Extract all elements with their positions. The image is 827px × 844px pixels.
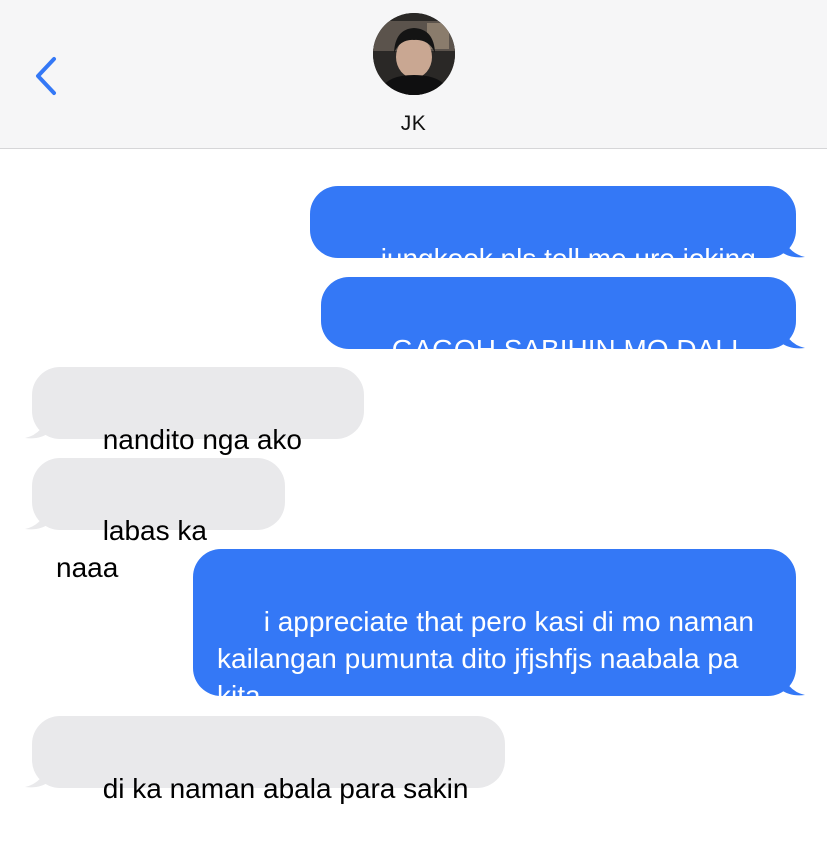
back-button[interactable] bbox=[30, 56, 64, 96]
contact-name[interactable]: JK bbox=[0, 112, 827, 136]
chevron-left-icon bbox=[36, 57, 56, 95]
bubble-tail bbox=[780, 667, 805, 696]
message-text: GAGOH SABIHIN MO DALI !!!! bbox=[345, 334, 739, 402]
message-text: jungkook pls tell me ure joking bbox=[380, 243, 756, 274]
conversation-header: JK bbox=[0, 0, 827, 149]
message-bubble[interactable]: nandito nga ako bbox=[32, 367, 364, 491]
message-bubble[interactable]: GAGOH SABIHIN MO DALI !!!! bbox=[321, 277, 796, 402]
message-text: di ka naman abala para sakin bbox=[102, 773, 469, 804]
message-bubble[interactable]: di ka naman abala para sakin bbox=[32, 716, 505, 804]
bubble-tail bbox=[780, 229, 805, 258]
bubble-tail bbox=[780, 320, 805, 349]
message-bubble[interactable]: labas ka naaa bbox=[32, 458, 285, 583]
message-bubble[interactable]: i appreciate that pero kasi di mo naman … bbox=[193, 549, 796, 711]
message-text: i appreciate that pero kasi di mo naman … bbox=[217, 606, 762, 711]
message-text: nandito nga ako bbox=[102, 424, 302, 455]
message-bubble[interactable]: jungkook pls tell me ure joking bbox=[310, 186, 796, 274]
message-text: labas ka naaa bbox=[56, 515, 215, 583]
contact-avatar[interactable] bbox=[373, 13, 455, 95]
avatar-photo bbox=[373, 13, 455, 95]
message-thread: jungkook pls tell me ure joking GAGOH SA… bbox=[0, 149, 827, 827]
